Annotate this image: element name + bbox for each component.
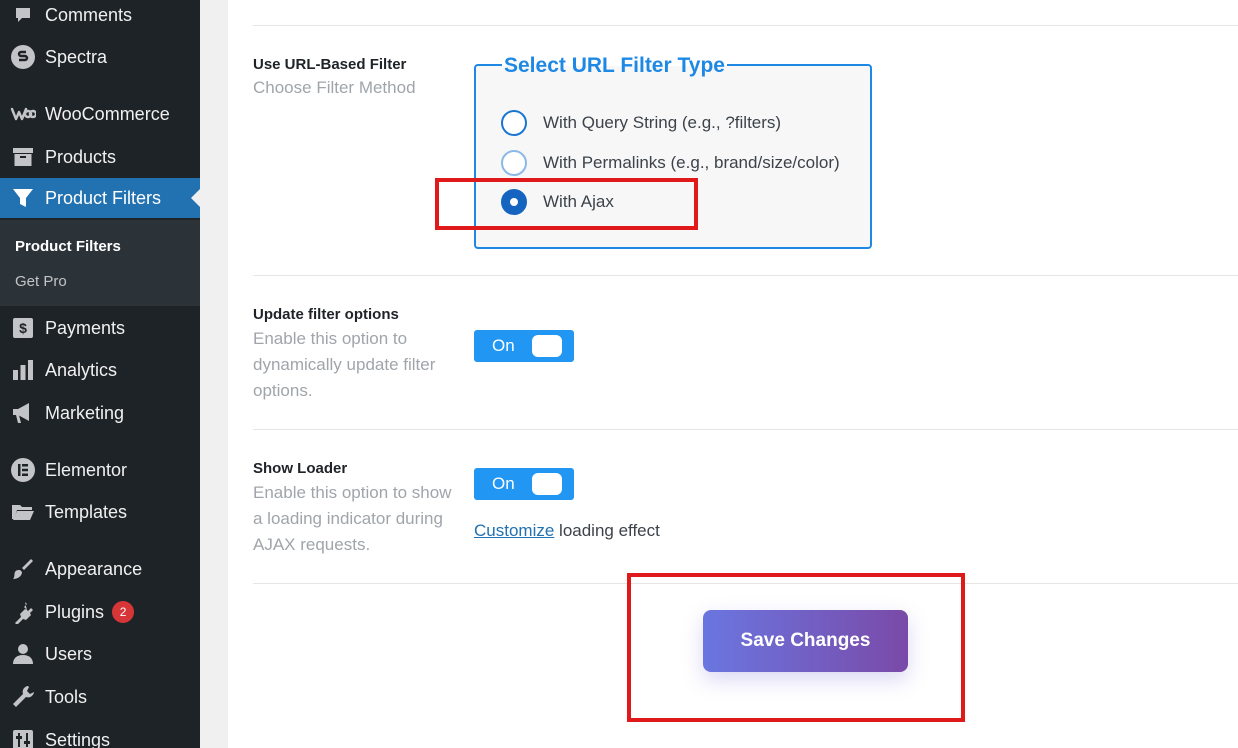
sidebar-item-plugins[interactable]: Plugins 2	[0, 592, 200, 632]
sidebar-item-comments[interactable]: Comments	[0, 0, 200, 35]
divider	[253, 429, 1238, 430]
product-filters-submenu: Product Filters Get Pro	[0, 220, 200, 306]
sidebar-item-users[interactable]: Users	[0, 634, 200, 674]
sidebar-item-tools[interactable]: Tools	[0, 677, 200, 717]
folder-icon	[9, 498, 37, 526]
show-loader-title: Show Loader	[253, 460, 348, 477]
plug-icon	[9, 598, 37, 626]
sidebar-item-product-filters[interactable]: Product Filters	[0, 178, 200, 218]
url-filter-type-legend: Select URL Filter Type	[502, 54, 727, 78]
radio-button[interactable]	[501, 150, 527, 176]
megaphone-icon	[9, 399, 37, 427]
update-options-title: Update filter options	[253, 306, 399, 323]
radio-label: With Query String (e.g., ?filters)	[543, 113, 782, 132]
submenu-item-product-filters[interactable]: Product Filters	[15, 238, 121, 255]
divider	[253, 25, 1238, 26]
sidebar-item-marketing[interactable]: Marketing	[0, 393, 200, 433]
divider	[253, 275, 1238, 276]
sidebar-item-elementor[interactable]: Elementor	[0, 450, 200, 490]
admin-sidebar: Comments Spectra WooCommerce Products Pr…	[0, 0, 200, 748]
woocommerce-icon	[9, 100, 37, 128]
annotation-highlight-save	[627, 573, 965, 722]
user-icon	[9, 640, 37, 668]
sidebar-item-appearance[interactable]: Appearance	[0, 549, 200, 589]
radio-button[interactable]	[501, 110, 527, 136]
dollar-icon: $	[9, 314, 37, 342]
sidebar-item-templates[interactable]: Templates	[0, 492, 200, 532]
customize-loading-line: Customize loading effect	[474, 521, 660, 541]
toggle-label: On	[492, 336, 515, 355]
update-options-desc: Enable this option to dynamically update…	[253, 329, 436, 400]
sidebar-item-payments[interactable]: $ Payments	[0, 308, 200, 348]
submenu-item-get-pro[interactable]: Get Pro	[15, 273, 67, 290]
spectra-icon	[9, 43, 37, 71]
svg-text:$: $	[19, 320, 27, 336]
update-options-toggle[interactable]: On	[474, 330, 574, 362]
radio-label: With Permalinks (e.g., brand/size/color)	[543, 153, 840, 172]
archive-icon	[9, 143, 37, 171]
sidebar-item-analytics[interactable]: Analytics	[0, 350, 200, 390]
url-filter-desc: Choose Filter Method	[253, 78, 416, 97]
toggle-knob	[532, 335, 562, 357]
plugins-update-badge: 2	[112, 601, 135, 623]
filter-icon	[9, 184, 37, 212]
toggle-label: On	[492, 474, 515, 493]
comment-icon	[9, 1, 37, 29]
radio-query-string[interactable]: With Query String (e.g., ?filters)	[501, 110, 781, 136]
customize-link[interactable]: Customize	[474, 521, 554, 540]
sidebar-item-woocommerce[interactable]: WooCommerce	[0, 94, 200, 134]
toggle-knob	[532, 473, 562, 495]
elementor-icon	[9, 456, 37, 484]
show-loader-toggle[interactable]: On	[474, 468, 574, 500]
bar-chart-icon	[9, 356, 37, 384]
sidebar-item-spectra[interactable]: Spectra	[0, 37, 200, 77]
wrench-icon	[9, 683, 37, 711]
radio-permalinks[interactable]: With Permalinks (e.g., brand/size/color)	[501, 150, 840, 176]
url-filter-title: Use URL-Based Filter	[253, 56, 407, 73]
show-loader-desc: Enable this option to show a loading ind…	[253, 483, 452, 554]
sliders-icon	[9, 726, 37, 748]
sidebar-item-products[interactable]: Products	[0, 137, 200, 177]
brush-icon	[9, 555, 37, 583]
annotation-highlight-ajax	[435, 178, 698, 230]
sidebar-item-settings[interactable]: Settings	[0, 720, 200, 748]
customize-suffix: loading effect	[554, 521, 660, 540]
